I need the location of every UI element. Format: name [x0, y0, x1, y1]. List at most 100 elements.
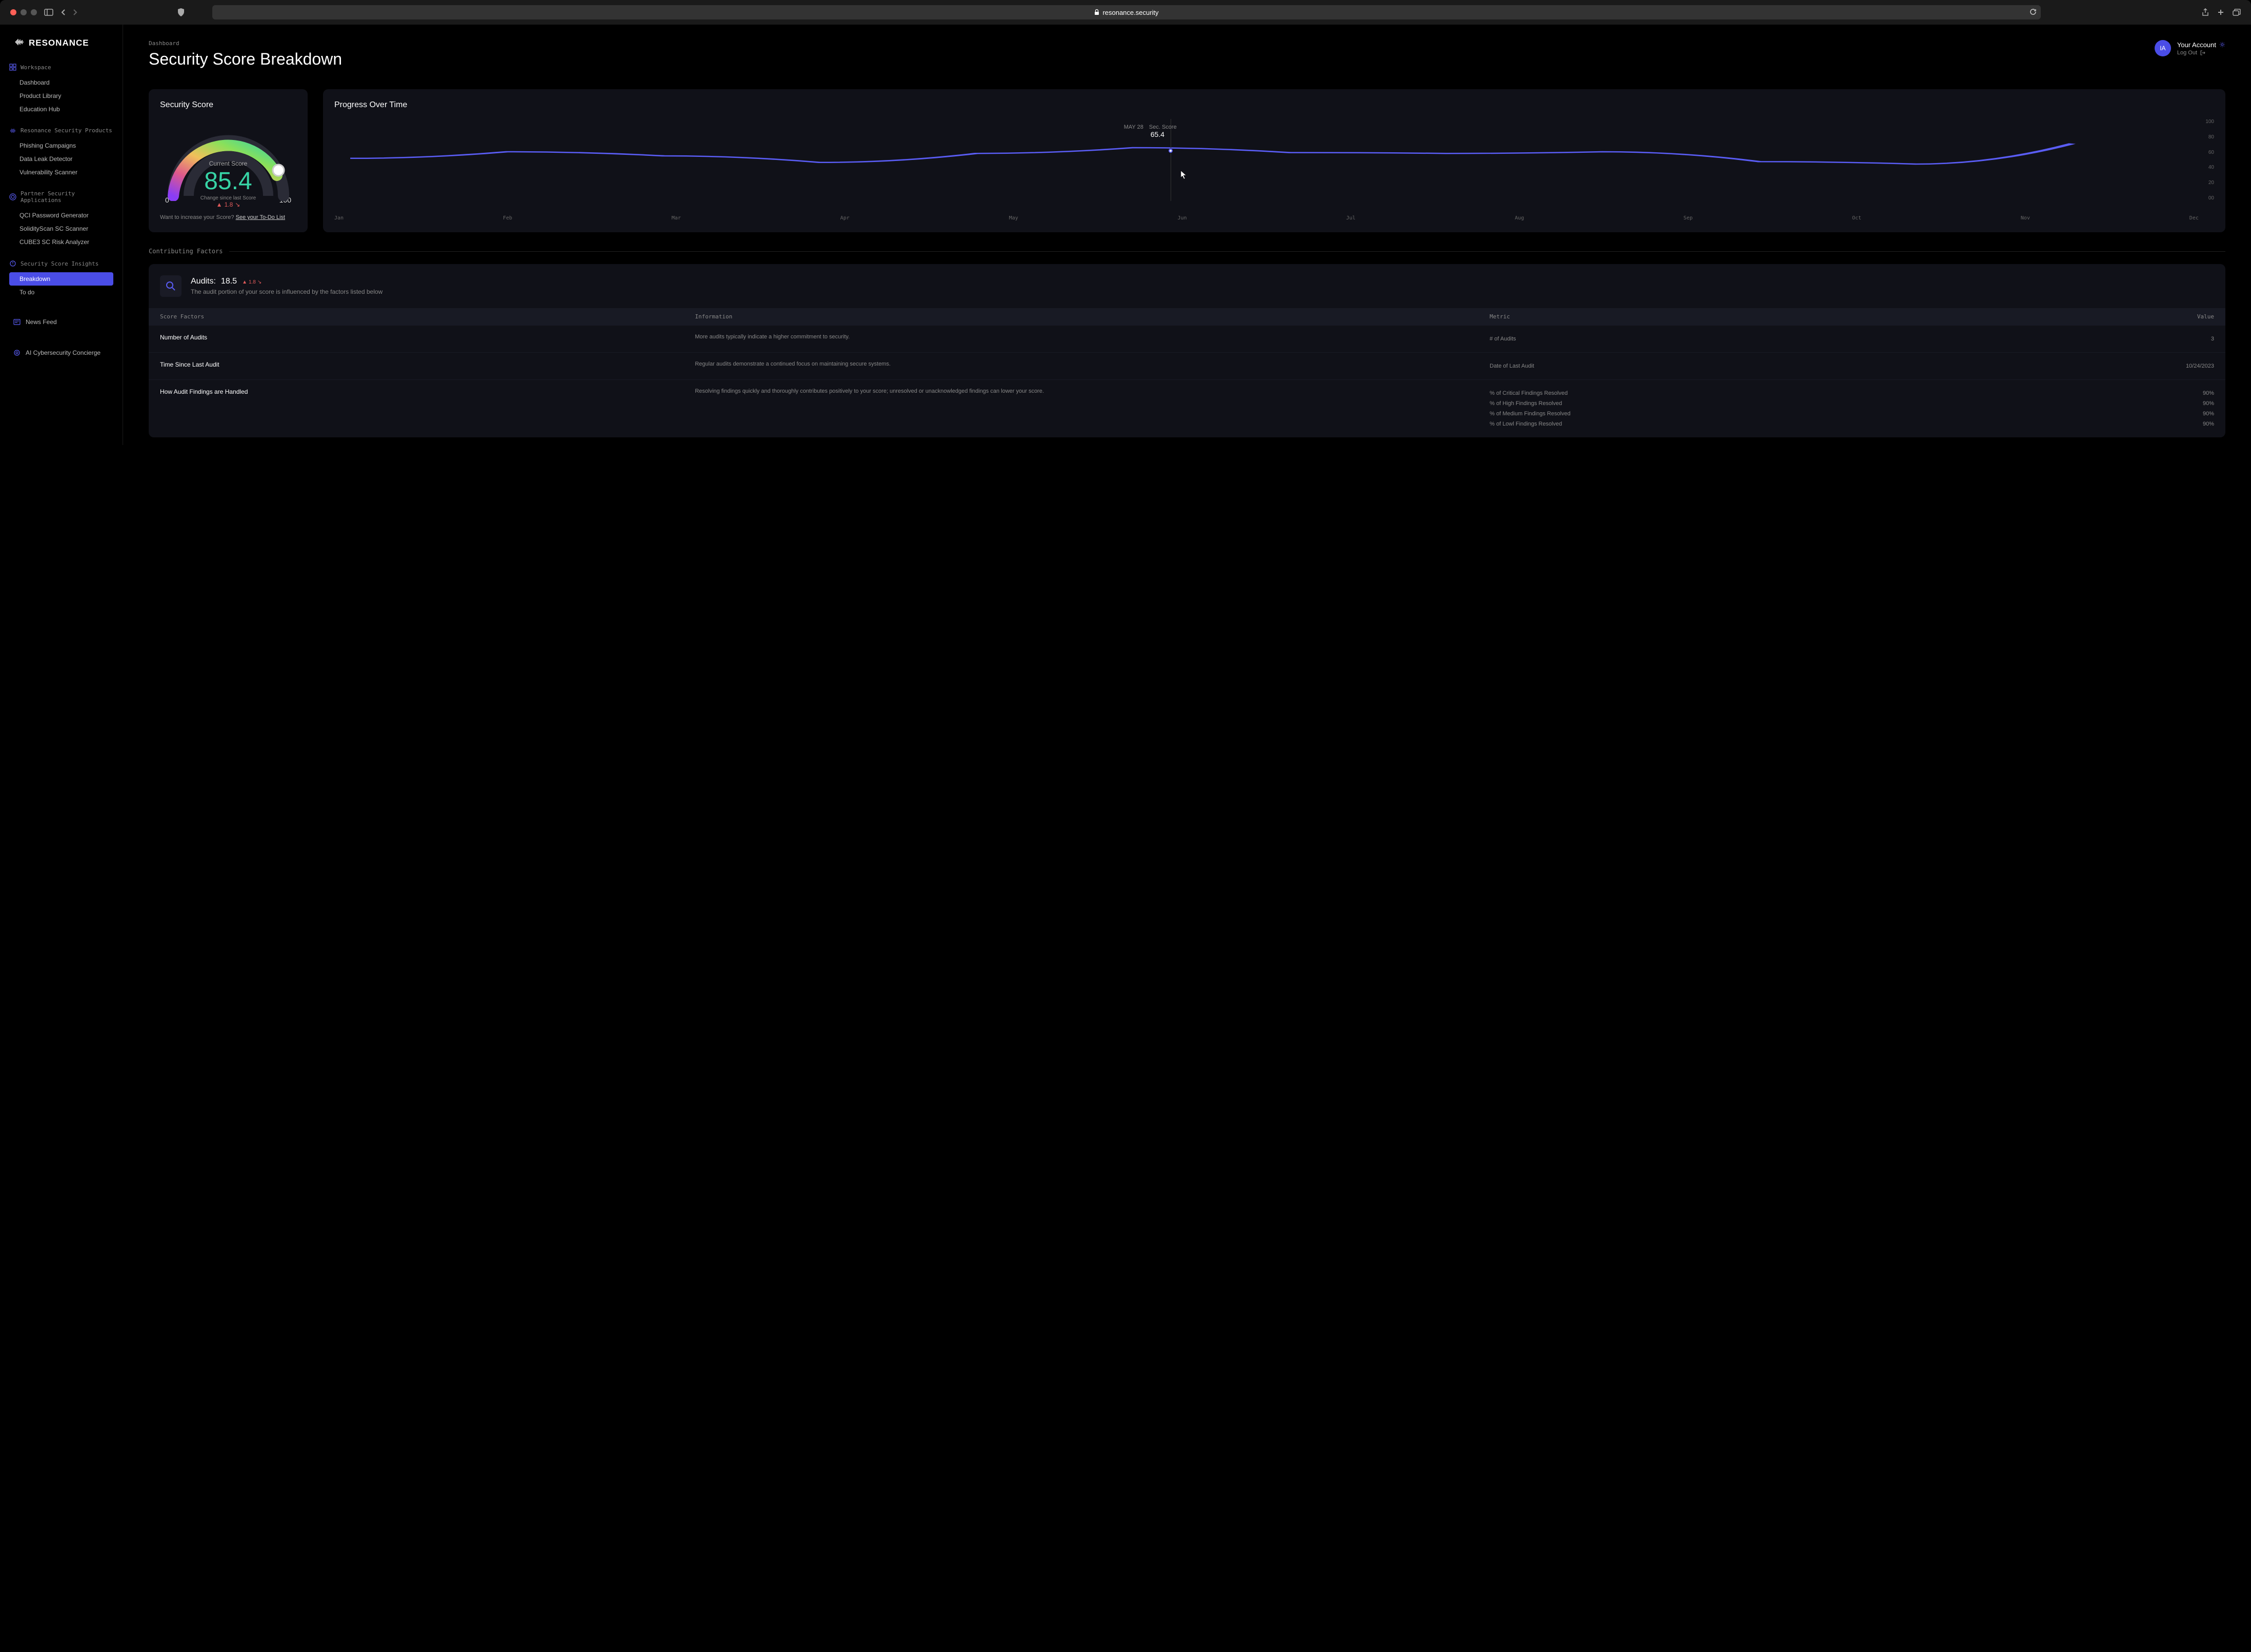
column-header: Information [684, 308, 1478, 326]
nav-item-dashboard[interactable]: Dashboard [9, 76, 113, 89]
x-tick: Jun [1177, 215, 1187, 221]
nav-news-feed[interactable]: News Feed [9, 314, 113, 330]
account-box[interactable]: IA Your Account Log Out [2155, 40, 2225, 56]
chart-tooltip: MAY 28 Sec. Score 65.4 [1124, 124, 1177, 138]
score-footer: Want to increase your Score? See your To… [160, 214, 296, 220]
nav-section-header: Security Score Insights [9, 260, 113, 267]
sidebar: RESONANCE Workspace DashboardProduct Libr… [0, 25, 123, 445]
nav-item-product-library[interactable]: Product Library [9, 89, 113, 103]
x-tick: Apr [840, 215, 850, 221]
x-tick: Jul [1346, 215, 1355, 221]
triangle-up-icon: ▲ [242, 279, 247, 285]
gear-icon[interactable] [2219, 42, 2225, 48]
table-row: Time Since Last AuditRegular audits demo… [149, 353, 2225, 380]
factor-info: Resolving findings quickly and thoroughl… [684, 380, 1478, 438]
nav-item-phishing-campaigns[interactable]: Phishing Campaigns [9, 139, 113, 152]
logout-icon [2200, 50, 2205, 55]
line-chart[interactable]: MAY 28 Sec. Score 65.4 1008060402000 [334, 119, 2214, 211]
nav-news-feed-label: News Feed [26, 318, 57, 326]
gauge-score: 85.4 [160, 167, 296, 195]
y-tick: 60 [2205, 150, 2214, 155]
gauge: Current Score 85.4 Change since last Sco… [160, 119, 296, 206]
chart-highlight-dot [1169, 149, 1173, 153]
minimize-window-button[interactable] [21, 9, 27, 15]
nav-ai-concierge[interactable]: AI Cybersecurity Concierge [9, 345, 113, 360]
back-button[interactable] [61, 9, 66, 16]
ai-icon [13, 349, 21, 356]
nav-item-to-do[interactable]: To do [9, 286, 113, 299]
progress-card-title: Progress Over Time [334, 100, 2214, 110]
factor-name: How Audit Findings are Handled [149, 380, 684, 438]
nav-item-data-leak-detector[interactable]: Data Leak Detector [9, 152, 113, 166]
arrow-down-right-icon: ↘ [235, 201, 240, 208]
x-tick: Sep [1683, 215, 1693, 221]
close-window-button[interactable] [10, 9, 16, 15]
lock-icon [1094, 9, 1099, 15]
nav-ai-concierge-label: AI Cybersecurity Concierge [26, 349, 101, 356]
news-icon [13, 318, 21, 326]
x-tick: Nov [2021, 215, 2030, 221]
factor-values: 10/24/2023 [1979, 353, 2225, 380]
nav-item-breakdown[interactable]: Breakdown [9, 272, 113, 286]
score-card-title: Security Score [160, 100, 296, 110]
new-tab-icon[interactable] [2217, 8, 2224, 16]
column-header: Value [1979, 308, 2225, 326]
factor-metrics: # of Audits [1478, 326, 1979, 353]
x-tick: Mar [672, 215, 681, 221]
x-tick: Oct [1852, 215, 1861, 221]
share-icon[interactable] [2202, 8, 2209, 16]
refresh-icon[interactable] [2029, 8, 2037, 17]
y-tick: 100 [2205, 119, 2214, 125]
nav-item-cube3-sc-risk-analyzer[interactable]: CUBE3 SC Risk Analyzer [9, 235, 113, 249]
maximize-window-button[interactable] [31, 9, 37, 15]
traffic-lights [10, 9, 37, 15]
url-text: resonance.security [1102, 9, 1158, 16]
url-bar[interactable]: resonance.security [212, 5, 2041, 19]
nav-item-qci-password-generator[interactable]: QCI Password Generator [9, 209, 113, 222]
logo-wave-icon [14, 38, 25, 48]
factors-table: Score FactorsInformationMetricValue Numb… [149, 308, 2225, 437]
page-title: Security Score Breakdown [149, 50, 342, 69]
todo-link[interactable]: See your To-Do List [236, 214, 285, 220]
security-score-card: Security Score [149, 89, 308, 232]
nav-item-solidityscan-sc-scanner[interactable]: SolidityScan SC Scanner [9, 222, 113, 235]
nav-section-header: Workspace [9, 64, 113, 71]
search-icon [160, 275, 182, 297]
triangle-up-icon: ▲ [216, 201, 223, 208]
logo[interactable]: RESONANCE [14, 38, 113, 48]
browser-chrome: resonance.security [0, 0, 2251, 25]
page-header: Dashboard Security Score Breakdown IA Yo… [149, 40, 2225, 69]
progress-card: Progress Over Time MAY 28 Sec. Score 65.… [323, 89, 2225, 232]
nav-section-header: Resonance Security Products [9, 127, 113, 134]
y-tick: 20 [2205, 180, 2214, 186]
gauge-change: ▲ 1.8 ↘ [160, 201, 296, 208]
app-window: RESONANCE WorkspaceDashboardProduct Libr… [0, 25, 2251, 445]
y-axis: 1008060402000 [2205, 119, 2214, 201]
table-row: How Audit Findings are HandledResolving … [149, 380, 2225, 438]
factor-info: More audits typically indicate a higher … [684, 326, 1478, 353]
avatar[interactable]: IA [2155, 40, 2171, 56]
audits-label: Audits: [191, 277, 216, 286]
forward-button[interactable] [73, 9, 78, 16]
audits-score: 18.5 [221, 277, 237, 286]
y-tick: 00 [2205, 195, 2214, 201]
tabs-icon[interactable] [2233, 8, 2241, 16]
x-axis: JanFebMarAprMayJunJulAugSepOctNovDec [334, 211, 2214, 221]
nav-item-vulnerability-scanner[interactable]: Vulnerability Scanner [9, 166, 113, 179]
arrow-down-right-icon: ↘ [257, 279, 262, 285]
column-header: Score Factors [149, 308, 684, 326]
logout-button[interactable]: Log Out [2177, 50, 2225, 56]
x-tick: Jan [334, 215, 344, 221]
nav-item-education-hub[interactable]: Education Hub [9, 103, 113, 116]
x-tick: Aug [1515, 215, 1524, 221]
table-row: Number of AuditsMore audits typically in… [149, 326, 2225, 353]
account-name[interactable]: Your Account [2177, 41, 2225, 49]
sidebar-toggle-icon[interactable] [44, 9, 53, 16]
shield-icon[interactable] [177, 8, 185, 16]
audits-desc: The audit portion of your score is influ… [191, 288, 383, 295]
breadcrumb[interactable]: Dashboard [149, 40, 342, 47]
x-tick: Dec [2189, 215, 2199, 221]
nav-section-header: Partner Security Applications [9, 190, 113, 204]
y-tick: 80 [2205, 134, 2214, 140]
main-content: Dashboard Security Score Breakdown IA Yo… [123, 25, 2251, 445]
